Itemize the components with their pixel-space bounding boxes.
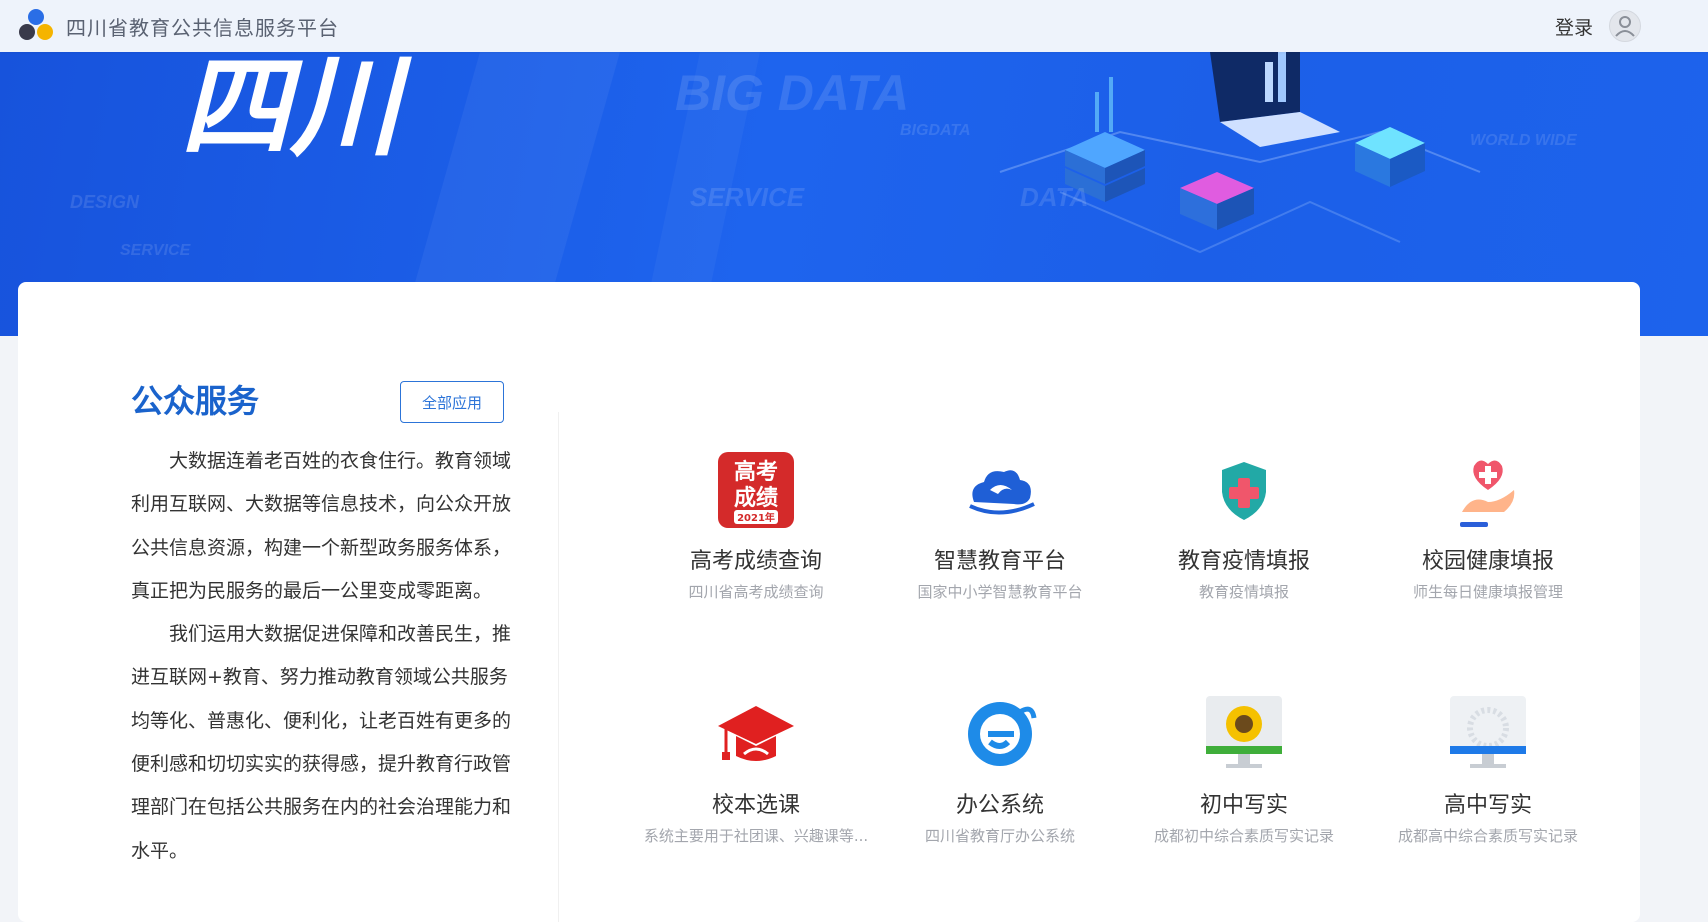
cloud-education-icon xyxy=(960,450,1040,530)
banner-bg-text: SERVICE xyxy=(690,182,805,212)
banner-bg-text: DESIGN xyxy=(70,192,140,212)
edge-browser-icon xyxy=(960,694,1040,774)
app-epidemic-report[interactable]: 教育疫情填报 教育疫情填报 xyxy=(1122,450,1366,602)
app-junior-record[interactable]: 初中写实 成都初中综合素质写实记录 xyxy=(1122,694,1366,846)
banner-bg-text: BIGDATA xyxy=(900,122,971,139)
svg-text:2021年: 2021年 xyxy=(737,511,775,524)
app-gaokao-score[interactable]: 高考 成绩 2021年 高考成绩查询 四川省高考成绩查询 xyxy=(634,450,878,602)
divider xyxy=(558,412,559,922)
description-paragraph: 大数据连着老百姓的衣食住行。教育领域利用互联网、大数据等信息技术，向公众开放公共… xyxy=(131,450,512,602)
app-subtitle: 国家中小学智慧教育平台 xyxy=(917,583,1083,601)
app-subtitle: 系统主要用于社团课、兴趣课等... xyxy=(643,827,869,845)
description-paragraph: 我们运用大数据促进保障和改善民生，推进互联网+教育、努力推动教育领域公共服务均等… xyxy=(131,623,512,862)
banner-bg-text: WORLD WIDE xyxy=(1470,132,1577,149)
site-title: 四川省教育公共信息服务平台 xyxy=(66,16,339,40)
sunflower-monitor-icon xyxy=(1204,694,1284,774)
app-name: 智慧教育平台 xyxy=(933,549,1066,574)
app-subtitle: 教育疫情填报 xyxy=(1198,583,1289,601)
app-subtitle: 师生每日健康填报管理 xyxy=(1412,583,1563,601)
gaokao-score-icon: 高考 成绩 2021年 xyxy=(716,450,796,530)
app-subtitle: 成都高中综合素质写实记录 xyxy=(1397,827,1578,845)
app-subtitle: 成都初中综合素质写实记录 xyxy=(1153,827,1334,845)
laptop-graphic xyxy=(1210,52,1340,147)
dandelion-monitor-icon xyxy=(1448,694,1528,774)
app-name: 办公系统 xyxy=(955,793,1044,818)
login-link[interactable]: 登录 xyxy=(1555,13,1593,40)
app-senior-record[interactable]: 高中写实 成都高中综合素质写实记录 xyxy=(1366,694,1610,846)
banner-bg-text: SERVICE xyxy=(120,242,191,259)
svg-text:成绩: 成绩 xyxy=(734,485,778,511)
services-description: 大数据连着老百姓的衣食住行。教育领域利用互联网、大数据等信息技术，向公众开放公共… xyxy=(131,440,523,873)
app-name: 初中写实 xyxy=(1199,793,1288,818)
user-avatar-icon[interactable] xyxy=(1609,10,1641,42)
heart-hand-icon xyxy=(1448,450,1528,530)
app-name: 高中写实 xyxy=(1443,793,1532,818)
pink-chip-graphic xyxy=(1180,172,1254,230)
app-name: 校园健康填报 xyxy=(1421,549,1554,574)
svg-text:高考: 高考 xyxy=(734,459,778,485)
app-name: 校本选课 xyxy=(711,793,800,818)
top-navbar: 四川省教育公共信息服务平台 登录 xyxy=(0,0,1708,52)
graduation-cap-icon xyxy=(716,694,796,774)
section-title: 公众服务 xyxy=(131,382,260,420)
hero-title: 四川 xyxy=(180,52,400,171)
app-campus-health[interactable]: 校园健康填报 师生每日健康填报管理 xyxy=(1366,450,1610,602)
app-smart-education[interactable]: 智慧教育平台 国家中小学智慧教育平台 xyxy=(878,450,1122,602)
banner-bg-text: BIG DATA xyxy=(675,65,910,121)
all-apps-button[interactable]: 全部应用 xyxy=(400,381,504,423)
public-services-card: 公众服务 全部应用 大数据连着老百姓的衣食住行。教育领域利用互联网、大数据等信息… xyxy=(18,282,1640,922)
app-subtitle: 四川省高考成绩查询 xyxy=(688,583,824,601)
three-dots-logo-icon[interactable] xyxy=(18,8,54,42)
app-name: 高考成绩查询 xyxy=(689,549,822,574)
banner-bg-text: DATA xyxy=(1020,182,1089,212)
medical-shield-icon xyxy=(1204,450,1284,530)
app-name: 教育疫情填报 xyxy=(1177,549,1310,574)
app-subtitle: 四川省教育厅办公系统 xyxy=(924,827,1075,845)
app-office-system[interactable]: 办公系统 四川省教育厅办公系统 xyxy=(878,694,1122,846)
app-course-selection[interactable]: 校本选课 系统主要用于社团课、兴趣课等... xyxy=(634,694,878,846)
